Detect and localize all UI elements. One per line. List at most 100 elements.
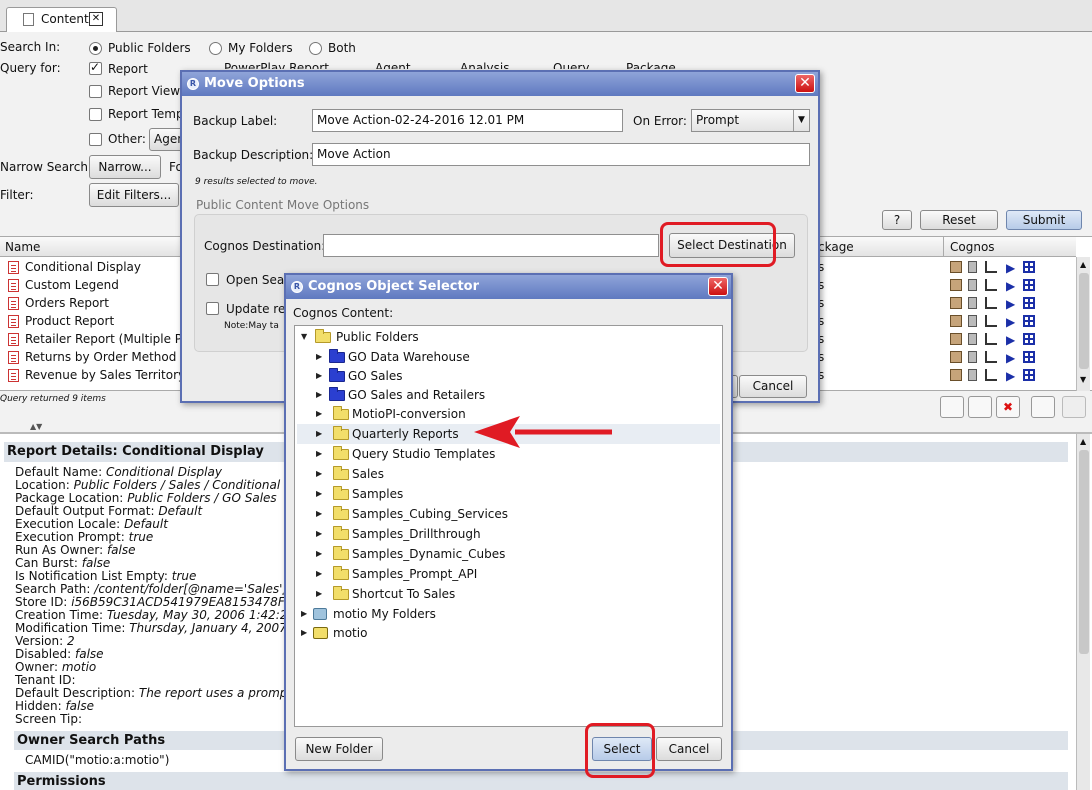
collapsed-arrow-icon[interactable]: ▶ — [316, 564, 322, 584]
properties-icon[interactable] — [950, 351, 962, 363]
selector-titlebar[interactable]: R Cognos Object Selector ✕ — [286, 275, 731, 299]
grid-icon[interactable] — [1023, 297, 1035, 309]
submit-button[interactable]: Submit — [1006, 210, 1082, 230]
tab-content[interactable]: Content ✕ — [6, 7, 117, 32]
radio-both[interactable] — [309, 42, 322, 55]
collapsed-arrow-icon[interactable]: ▶ — [316, 504, 322, 524]
run-icon[interactable]: ▶ — [1006, 331, 1015, 349]
users-icon[interactable] — [1031, 396, 1055, 418]
tree-item[interactable]: ▶ Samples_Prompt_API — [297, 564, 720, 584]
run-icon[interactable]: ▶ — [1006, 367, 1015, 385]
collapsed-arrow-icon[interactable]: ▶ — [301, 623, 307, 643]
grid-icon[interactable] — [1023, 351, 1035, 363]
chevron-down-icon[interactable]: ▼ — [793, 110, 809, 131]
properties-icon[interactable] — [950, 369, 962, 381]
content-tree[interactable]: ▼ Public Folders ▶ motio My Folders ▶ mo… — [294, 325, 723, 727]
radio-public-folders[interactable] — [89, 42, 102, 55]
properties-icon[interactable] — [950, 333, 962, 345]
reset-button[interactable]: Reset — [920, 210, 998, 230]
grid-icon[interactable] — [1023, 279, 1035, 291]
column-header-cognos[interactable]: Cognos — [950, 240, 995, 254]
close-icon[interactable]: ✕ — [795, 74, 815, 93]
collapsed-arrow-icon[interactable]: ▶ — [316, 444, 322, 464]
edit-filters-button[interactable]: Edit Filters... — [89, 183, 179, 207]
run-icon[interactable]: ▶ — [1006, 349, 1015, 367]
tree-item[interactable]: ▶ Shortcut To Sales — [297, 584, 720, 604]
report-stack-icon[interactable] — [968, 351, 977, 363]
checkbox-report-view[interactable] — [89, 85, 102, 98]
expanded-arrow-icon[interactable]: ▼ — [301, 327, 307, 347]
collapsed-arrow-icon[interactable]: ▶ — [316, 424, 322, 444]
help-button[interactable]: ? — [882, 210, 912, 230]
tree-root-public-folders[interactable]: ▼ Public Folders — [297, 327, 720, 347]
report-stack-icon[interactable] — [968, 279, 977, 291]
checkbox-open-search[interactable] — [206, 273, 219, 286]
backup-label-field[interactable]: Move Action-02-24-2016 12.01 PM — [312, 109, 623, 132]
tree-item[interactable]: ▶ Samples_Drillthrough — [297, 524, 720, 544]
tree-item[interactable]: ▶ Samples_Dynamic_Cubes — [297, 544, 720, 564]
collapsed-arrow-icon[interactable]: ▶ — [316, 584, 322, 604]
grid-icon[interactable] — [1023, 261, 1035, 273]
report-stack-icon[interactable] — [968, 297, 977, 309]
checkbox-update-refs[interactable] — [206, 302, 219, 315]
properties-icon[interactable] — [950, 279, 962, 291]
chart-icon[interactable] — [985, 279, 997, 291]
details-scrollbar[interactable]: ▲ — [1076, 434, 1090, 790]
report-stack-icon[interactable] — [968, 369, 977, 381]
delete-icon[interactable]: ✖ — [996, 396, 1020, 418]
tree-item[interactable]: ▶ GO Sales — [297, 366, 720, 386]
narrow-button[interactable]: Narrow... — [89, 155, 161, 179]
collapsed-arrow-icon[interactable]: ▶ — [316, 484, 322, 504]
close-icon[interactable]: ✕ — [708, 277, 728, 296]
scroll-down-icon[interactable]: ▼ — [1080, 375, 1086, 384]
tree-item[interactable]: ▶ GO Sales and Retailers — [297, 385, 720, 405]
chart-icon[interactable] — [985, 351, 997, 363]
chart-icon[interactable] — [985, 333, 997, 345]
new-folder-button[interactable]: New Folder — [295, 737, 383, 761]
destination-field[interactable] — [323, 234, 659, 257]
collapsed-arrow-icon[interactable]: ▶ — [316, 544, 322, 564]
copy-icon[interactable] — [968, 396, 992, 418]
properties-icon[interactable] — [950, 261, 962, 273]
move-icon[interactable] — [940, 396, 964, 418]
collapsed-arrow-icon[interactable]: ▶ — [316, 385, 322, 405]
scroll-up-icon[interactable]: ▲ — [1080, 437, 1086, 446]
tree-item-my-folders[interactable]: ▶ motio My Folders — [297, 604, 720, 624]
vertical-scrollbar[interactable]: ▲ ▼ — [1076, 257, 1090, 391]
tree-item-user[interactable]: ▶ motio — [297, 623, 720, 643]
run-icon[interactable]: ▶ — [1006, 259, 1015, 277]
column-header-name[interactable]: Name — [5, 240, 40, 254]
properties-icon[interactable] — [950, 315, 962, 327]
other-type-select[interactable]: Agen — [149, 128, 183, 151]
scroll-up-icon[interactable]: ▲ — [1080, 260, 1086, 269]
cancel-button[interactable]: Cancel — [739, 375, 807, 398]
chart-icon[interactable] — [985, 369, 997, 381]
scroll-thumb[interactable] — [1079, 450, 1089, 654]
grid-icon[interactable] — [1023, 333, 1035, 345]
tree-item[interactable]: ▶ Samples — [297, 484, 720, 504]
collapsed-arrow-icon[interactable]: ▶ — [316, 464, 322, 484]
run-icon[interactable]: ▶ — [1006, 277, 1015, 295]
chart-icon[interactable] — [985, 297, 997, 309]
chart-icon[interactable] — [985, 261, 997, 273]
collapsed-arrow-icon[interactable]: ▶ — [316, 366, 322, 386]
grid-icon[interactable] — [1023, 369, 1035, 381]
chart-icon[interactable] — [985, 315, 997, 327]
report-stack-icon[interactable] — [968, 333, 977, 345]
properties-icon[interactable] — [950, 297, 962, 309]
scroll-thumb[interactable] — [1079, 273, 1089, 369]
checkbox-report[interactable] — [89, 60, 102, 75]
checkbox-report-template[interactable] — [89, 108, 102, 121]
grid-icon[interactable] — [1023, 315, 1035, 327]
run-icon[interactable]: ▶ — [1006, 313, 1015, 331]
collapsed-arrow-icon[interactable]: ▶ — [316, 524, 322, 544]
tree-item[interactable]: ▶ Sales — [297, 464, 720, 484]
tree-item[interactable]: ▶ Samples_Cubing_Services — [297, 504, 720, 524]
run-icon[interactable]: ▶ — [1006, 295, 1015, 313]
splitter-handle[interactable]: ▲▼ — [30, 422, 42, 431]
checkbox-other[interactable] — [89, 133, 102, 146]
tree-item[interactable]: ▶ GO Data Warehouse — [297, 347, 720, 367]
cancel-button[interactable]: Cancel — [656, 737, 722, 761]
collapsed-arrow-icon[interactable]: ▶ — [316, 347, 322, 367]
report-stack-icon[interactable] — [968, 261, 977, 273]
